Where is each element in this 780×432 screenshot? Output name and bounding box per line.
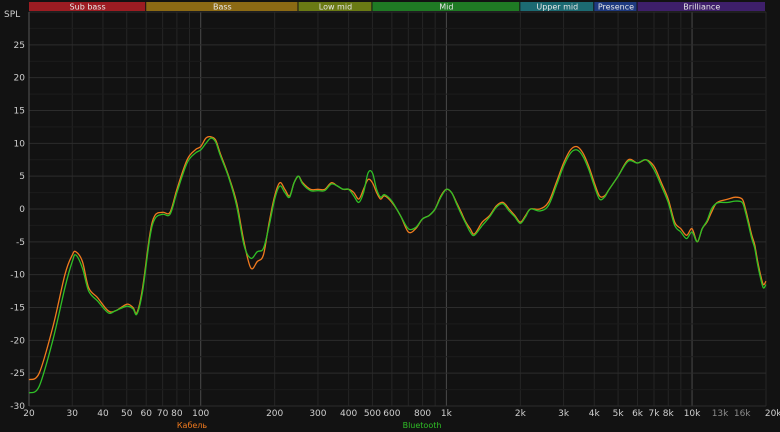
- y-tick-label: -5: [16, 238, 25, 248]
- x-tick-label: 6k: [632, 409, 644, 419]
- x-tick-label: 5k: [613, 409, 625, 419]
- x-tick-label: 200: [266, 409, 283, 419]
- x-tick-label: 400: [340, 409, 357, 419]
- x-tick-label: 500: [364, 409, 381, 419]
- x-tick-label: 2k: [515, 409, 527, 419]
- x-tick-label: 1k: [441, 409, 453, 419]
- band-label: Brilliance: [683, 3, 720, 12]
- x-tick-label: 7k: [649, 409, 661, 419]
- y-tick-label: -20: [10, 336, 25, 346]
- y-tick-label: 10: [14, 139, 26, 149]
- frequency-bands: Sub bass Bass Low mid Mid Upper mid Presence B…: [29, 2, 765, 12]
- frequency-response-chart: Sub bass Bass Low mid Mid Upper mid Presence B…: [0, 0, 780, 432]
- y-tick-label: -15: [10, 304, 25, 314]
- x-tick-label: 8k: [663, 409, 675, 419]
- band-label: Presence: [598, 3, 634, 12]
- band-label: Sub bass: [70, 3, 106, 12]
- chart-background: [0, 0, 780, 432]
- legend-entry: Кабель: [177, 421, 208, 430]
- y-tick-label: 20: [14, 74, 26, 84]
- y-tick-label: 25: [14, 41, 25, 51]
- y-tick-label: 15: [14, 107, 25, 117]
- y-tick-label: -10: [10, 271, 25, 281]
- x-tick-label: 70: [157, 409, 169, 419]
- x-tick-label: 300: [309, 409, 326, 419]
- x-tick-label: 100: [192, 409, 209, 419]
- x-tick-label: 13k: [712, 409, 729, 419]
- x-tick-label: 20: [23, 409, 35, 419]
- band-label: Upper mid: [536, 3, 578, 12]
- x-tick-label: 80: [171, 409, 183, 419]
- y-tick-label: 0: [19, 205, 25, 215]
- legend-entry: Bluetooth: [403, 421, 442, 430]
- x-tick-label: 4k: [589, 409, 601, 419]
- y-tick-label: 5: [19, 172, 25, 182]
- y-axis-label: SPL: [4, 10, 20, 20]
- x-tick-label: 600: [383, 409, 400, 419]
- x-tick-label: 40: [97, 409, 109, 419]
- x-tick-label: 800: [414, 409, 431, 419]
- x-tick-label: 3k: [558, 409, 570, 419]
- band-label: Mid: [439, 3, 453, 12]
- band-label: Bass: [213, 3, 232, 12]
- x-tick-label: 60: [140, 409, 152, 419]
- x-tick-label: 30: [67, 409, 79, 419]
- y-tick-label: -25: [10, 369, 25, 379]
- x-tick-label: 50: [121, 409, 133, 419]
- x-tick-label: 20kHz: [765, 409, 780, 419]
- x-tick-label: 10k: [684, 409, 701, 419]
- x-tick-label: 16k: [734, 409, 751, 419]
- band-label: Low mid: [319, 3, 352, 12]
